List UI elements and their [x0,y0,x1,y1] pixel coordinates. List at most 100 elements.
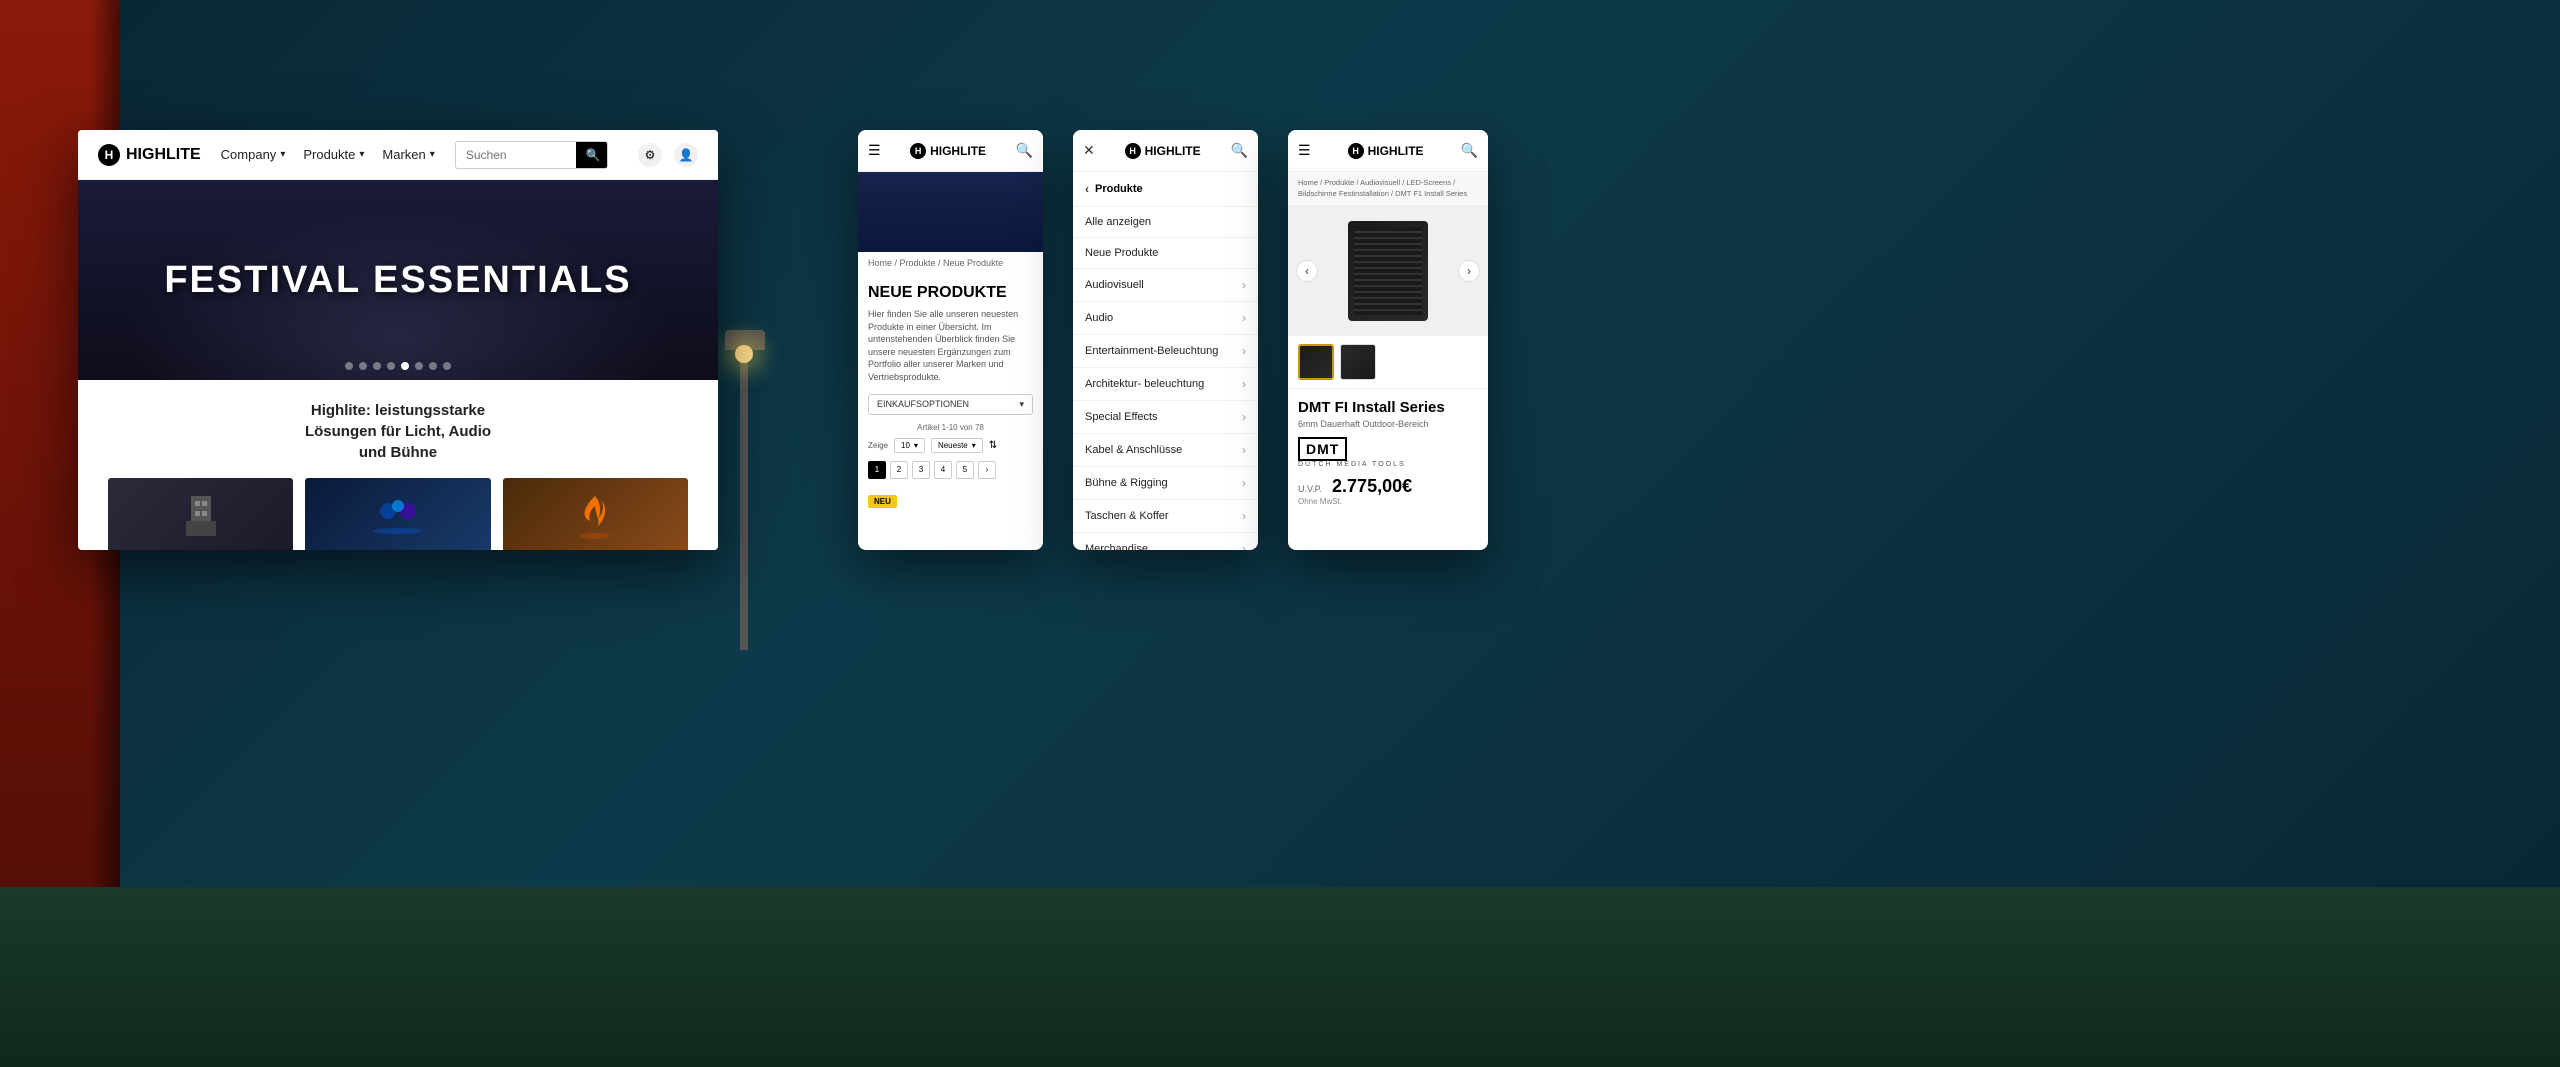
product-nav-right[interactable]: › [1458,260,1480,282]
desktop-hero: FESTIVAL ESSENTIALS [78,180,718,380]
product-price: 2.775,00€ [1332,476,1412,497]
product-title: DMT FI Install Series [1298,399,1478,416]
menu-item-taschen[interactable]: Taschen & Koffer › [1073,500,1258,533]
page-2[interactable]: 2 [890,461,908,479]
nav-produkte[interactable]: Produkte [303,147,364,162]
page-next[interactable]: › [978,461,996,479]
hero-dot-7[interactable] [429,362,437,370]
mobile-3-product-image: ‹ › [1288,206,1488,336]
hamburger-icon[interactable]: ☰ [868,142,881,159]
desktop-nav: Company Produkte Marken [221,147,435,162]
show-count-value: 10 [901,441,910,450]
sort-select[interactable]: Neueste ▾ [931,438,983,453]
filter-label: EINKAUFSOPTIONEN [877,399,969,409]
menu-arrow-taschen: › [1242,509,1246,523]
card-1-content [108,478,293,550]
menu-item-taschen-label: Taschen & Koffer [1085,510,1169,522]
menu-item-audio[interactable]: Audio › [1073,302,1258,335]
menu-item-kabel[interactable]: Kabel & Anschlüsse › [1073,434,1258,467]
mobile-screenshot-3: ☰ HIGHLITE 🔍 Home / Produkte / Audiovisu… [1288,130,1488,550]
desktop-icons: ⚙ 👤 [638,143,698,167]
mobile-3-logo: HIGHLITE [1348,143,1424,159]
mobile-3-header: ☰ HIGHLITE 🔍 [1288,130,1488,172]
menu-item-architektur-label: Architektur- beleuchtung [1085,378,1204,390]
close-icon[interactable]: ✕ [1083,142,1095,159]
hero-dot-3[interactable] [373,362,381,370]
back-arrow-icon: ‹ [1085,182,1089,196]
page-5[interactable]: 5 [956,461,974,479]
menu-item-buehne[interactable]: Bühne & Rigging › [1073,467,1258,500]
search-button[interactable]: 🔍 [576,142,608,168]
mobile-1-title: NEUE PRODUKTE [868,284,1033,302]
nav-company[interactable]: Company [221,147,286,162]
logo-text: HIGHLITE [126,146,201,164]
menu-item-architektur[interactable]: Architektur- beleuchtung › [1073,368,1258,401]
page-3[interactable]: 3 [912,461,930,479]
desktop-content: Highlite: leistungsstarkeLösungen für Li… [78,380,718,550]
desktop-card-stage[interactable] [305,478,490,550]
menu-item-special-effects[interactable]: Special Effects › [1073,401,1258,434]
page-1[interactable]: 1 [868,461,886,479]
mobile-2-search-icon[interactable]: 🔍 [1231,142,1248,159]
neu-badge: NEU [868,495,897,508]
mobile-1-search-icon[interactable]: 🔍 [1016,142,1033,159]
dmt-subtitle: DUTCH MEDIA TOOLS [1298,461,1478,468]
nav-marken[interactable]: Marken [382,147,434,162]
menu-item-audio-label: Audio [1085,312,1113,324]
mobile-3-hamburger[interactable]: ☰ [1298,142,1311,159]
mobile-1-content: NEUE PRODUKTE Hier finden Sie alle unser… [858,274,1043,519]
menu-item-neue-label: Neue Produkte [1085,247,1158,259]
menu-item-merchandise[interactable]: Merchandise › [1073,533,1258,550]
filter-arrow: ▾ [1019,399,1024,410]
menu-arrow-buehne: › [1242,476,1246,490]
uvp-label: U.V.P. [1298,484,1322,494]
menu-item-audiovisuell-label: Audiovisuell [1085,279,1144,291]
product-nav-left[interactable]: ‹ [1296,260,1318,282]
mobile-screenshot-1: ☰ HIGHLITE 🔍 Home / Produkte / Neue Prod… [858,130,1043,550]
logo-icon [98,144,120,166]
mobile-logo-icon [910,143,926,159]
hero-dots [345,362,451,370]
settings-icon[interactable]: ⚙ [638,143,662,167]
search-input[interactable] [456,143,576,167]
product-thumb-2[interactable] [1340,344,1376,380]
mobile-1-text: Hier finden Sie alle unseren neuesten Pr… [868,308,1033,384]
product-thumb-1[interactable] [1298,344,1334,380]
menu-back-button[interactable]: ‹ Produkte [1073,172,1258,207]
menu-item-alle[interactable]: Alle anzeigen [1073,207,1258,238]
hero-dot-6[interactable] [415,362,423,370]
mobile-2-header: ✕ HIGHLITE 🔍 [1073,130,1258,172]
sort-icon[interactable]: ⇅ [989,440,997,451]
menu-item-alle-label: Alle anzeigen [1085,216,1151,228]
mobile-1-filter[interactable]: EINKAUFSOPTIONEN ▾ [868,394,1033,415]
menu-item-neue[interactable]: Neue Produkte [1073,238,1258,269]
product-price-section: U.V.P. 2.775,00€ [1298,476,1478,497]
hero-dot-8[interactable] [443,362,451,370]
mobile-2-logo-icon [1125,143,1141,159]
desktop-card-building[interactable] [108,478,293,550]
menu-arrow-audio: › [1242,311,1246,325]
product-brand: DMT DUTCH MEDIA TOOLS [1298,437,1478,468]
hero-dot-1[interactable] [345,362,353,370]
hero-dot-2[interactable] [359,362,367,370]
menu-back-label: Produkte [1095,183,1143,195]
menu-item-special-effects-label: Special Effects [1085,411,1158,423]
card-2-content [305,478,490,550]
mobile-3-logo-text: HIGHLITE [1368,144,1424,158]
desktop-card-fire[interactable] [503,478,688,550]
mobile-3-search-icon[interactable]: 🔍 [1461,142,1478,159]
page-4[interactable]: 4 [934,461,952,479]
user-icon[interactable]: 👤 [674,143,698,167]
menu-item-entertainment[interactable]: Entertainment-Beleuchtung › [1073,335,1258,368]
product-subtitle: 6mm Dauerhaft Outdoor-Bereich [1298,419,1478,429]
desktop-search[interactable]: 🔍 [455,141,608,169]
mobile-2-logo-text: HIGHLITE [1145,144,1201,158]
menu-item-audiovisuell[interactable]: Audiovisuell › [1073,269,1258,302]
product-tax-note: Ohne MwSt. [1298,497,1478,506]
mobile-1-breadcrumb: Home / Produkte / Neue Produkte [858,252,1043,274]
show-count-select[interactable]: 10 ▾ [894,438,925,453]
desktop-cards [108,478,688,550]
hero-dot-4[interactable] [387,362,395,370]
hero-dot-5[interactable] [401,362,409,370]
mobile-1-pagination: 1 2 3 4 5 › [868,461,1033,479]
